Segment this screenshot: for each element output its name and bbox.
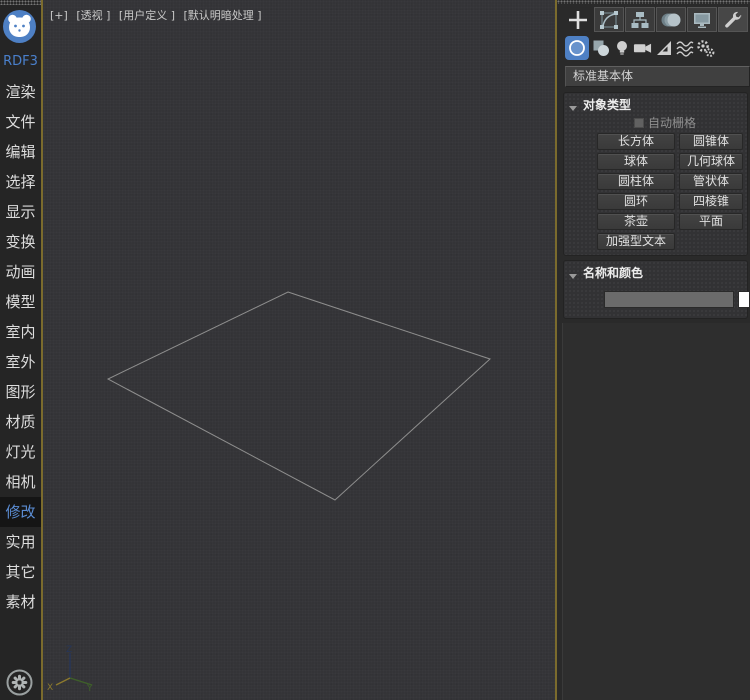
cone-button[interactable]: 圆锥体	[679, 133, 743, 150]
plane-wireframe[interactable]	[108, 292, 490, 500]
rollout-collapse-icon	[569, 106, 577, 111]
tab-create[interactable]	[563, 7, 593, 32]
panel-empty-area	[562, 323, 750, 700]
command-panel: 标准基本体 对象类型 自动栅格 长方体 圆锥体 球体 几何球体 圆柱体 管状体 …	[557, 0, 750, 700]
tab-modify[interactable]	[594, 7, 624, 32]
autogrid-row: 自动栅格	[634, 114, 747, 128]
box-button[interactable]: 长方体	[597, 133, 675, 150]
bear-logo-icon	[3, 10, 36, 43]
sidebar-item-material[interactable]: 材质	[0, 407, 41, 437]
axis-z-label: Z	[66, 645, 72, 655]
viewport-label-bar: [+] [透视 ] [用户定义 ] [默认明暗处理 ]	[50, 7, 267, 23]
utilities-wrench-icon	[723, 10, 743, 30]
sidebar-item-transform[interactable]: 变换	[0, 227, 41, 257]
create-plus-icon	[567, 9, 589, 31]
category-helpers[interactable]	[654, 36, 673, 60]
shapes-icon	[592, 39, 610, 57]
viewport-canvas[interactable]: Z X Y	[43, 0, 555, 700]
sidebar-menu: 渲染 文件 编辑 选择 显示 变换 动画 模型 室内 室外 图形 材质 灯光 相…	[0, 77, 41, 617]
rollout-object-type: 对象类型 自动栅格 长方体 圆锥体 球体 几何球体 圆柱体 管状体 圆环 四棱锥…	[563, 92, 748, 256]
panel-grip-texture	[557, 0, 750, 4]
sidebar-item-exterior[interactable]: 室外	[0, 347, 41, 377]
space-warps-waves-icon	[676, 39, 694, 57]
viewport-menu-general[interactable]: [+]	[50, 9, 68, 22]
rollout-title: 名称和颜色	[583, 266, 643, 280]
object-color-swatch[interactable]	[738, 291, 750, 308]
sidebar-item-interior[interactable]: 室内	[0, 317, 41, 347]
gear-icon	[6, 669, 33, 696]
sidebar-grip-texture	[0, 0, 41, 5]
teapot-button[interactable]: 茶壶	[597, 213, 675, 230]
sidebar-item-camera[interactable]: 相机	[0, 467, 41, 497]
sidebar-item-shapes[interactable]: 图形	[0, 377, 41, 407]
rollout-name-color-header[interactable]: 名称和颜色	[564, 261, 747, 279]
geometry-icon	[567, 38, 587, 58]
object-type-buttons: 长方体 圆锥体 球体 几何球体 圆柱体 管状体 圆环 四棱锥 茶壶 平面 加强型…	[597, 133, 747, 250]
lights-bulb-icon	[613, 39, 631, 57]
tab-hierarchy[interactable]	[625, 7, 655, 32]
category-cameras[interactable]	[633, 36, 652, 60]
axis-x-label: X	[47, 683, 53, 693]
sidebar-item-model[interactable]: 模型	[0, 287, 41, 317]
display-tab-icon	[692, 10, 712, 30]
create-categories	[565, 35, 715, 61]
category-geometry[interactable]	[565, 36, 589, 60]
tab-utilities[interactable]	[718, 7, 748, 32]
tab-display[interactable]	[687, 7, 717, 32]
cylinder-button[interactable]: 圆柱体	[597, 173, 675, 190]
category-space-warps[interactable]	[675, 36, 694, 60]
sidebar-item-lights[interactable]: 灯光	[0, 437, 41, 467]
command-panel-tabs	[563, 7, 748, 32]
sidebar-item-edit[interactable]: 编辑	[0, 137, 41, 167]
axis-tripod-gizmo: Z X Y	[47, 645, 93, 694]
rollout-object-type-header[interactable]: 对象类型	[564, 93, 747, 111]
sidebar-item-assets[interactable]: 素材	[0, 587, 41, 617]
left-sidebar: RDF3 渲染 文件 编辑 选择 显示 变换 动画 模型 室内 室外 图形 材质…	[0, 0, 41, 700]
cameras-icon	[633, 39, 652, 57]
pyramid-button[interactable]: 四棱锥	[679, 193, 743, 210]
modify-tab-icon	[599, 10, 619, 30]
sidebar-item-modify[interactable]: 修改	[0, 497, 41, 527]
rollout-name-and-color: 名称和颜色	[563, 260, 748, 319]
sidebar-item-utility[interactable]: 实用	[0, 527, 41, 557]
settings-gear-button[interactable]	[6, 669, 33, 696]
viewport-menu-pov[interactable]: [透视 ]	[76, 9, 110, 22]
hierarchy-tab-icon	[630, 10, 650, 30]
viewport-menu-shading[interactable]: [默认明暗处理 ]	[184, 9, 262, 22]
perspective-viewport[interactable]: Z X Y [+] [透视 ] [用户定义 ] [默认明暗处理 ]	[41, 0, 557, 700]
app-logo[interactable]	[3, 10, 36, 43]
sidebar-item-select[interactable]: 选择	[0, 167, 41, 197]
axis-y-label: Y	[86, 684, 93, 694]
rollout-title: 对象类型	[583, 98, 631, 112]
rollout-collapse-icon	[569, 274, 577, 279]
autogrid-checkbox[interactable]	[634, 118, 644, 128]
textplus-button[interactable]: 加强型文本	[597, 233, 675, 250]
tab-motion[interactable]	[656, 7, 686, 32]
sphere-button[interactable]: 球体	[597, 153, 675, 170]
category-lights[interactable]	[612, 36, 631, 60]
torus-button[interactable]: 圆环	[597, 193, 675, 210]
helpers-triangle-icon	[655, 39, 673, 57]
plane-button[interactable]: 平面	[679, 213, 743, 230]
category-shapes[interactable]	[591, 36, 610, 60]
tube-button[interactable]: 管状体	[679, 173, 743, 190]
sidebar-item-file[interactable]: 文件	[0, 107, 41, 137]
viewport-menu-view[interactable]: [用户定义 ]	[119, 9, 175, 22]
geosphere-button[interactable]: 几何球体	[679, 153, 743, 170]
systems-gears-icon	[696, 39, 715, 58]
sidebar-item-other[interactable]: 其它	[0, 557, 41, 587]
sidebar-item-render[interactable]: 渲染	[0, 77, 41, 107]
sidebar-item-animation[interactable]: 动画	[0, 257, 41, 287]
object-name-input[interactable]	[604, 291, 734, 308]
category-systems[interactable]	[696, 36, 715, 60]
brand-label: RDF3	[0, 54, 41, 69]
motion-tab-icon	[661, 10, 681, 30]
sidebar-item-display[interactable]: 显示	[0, 197, 41, 227]
primitive-category-dropdown[interactable]: 标准基本体	[565, 66, 750, 87]
autogrid-label: 自动栅格	[648, 116, 696, 130]
